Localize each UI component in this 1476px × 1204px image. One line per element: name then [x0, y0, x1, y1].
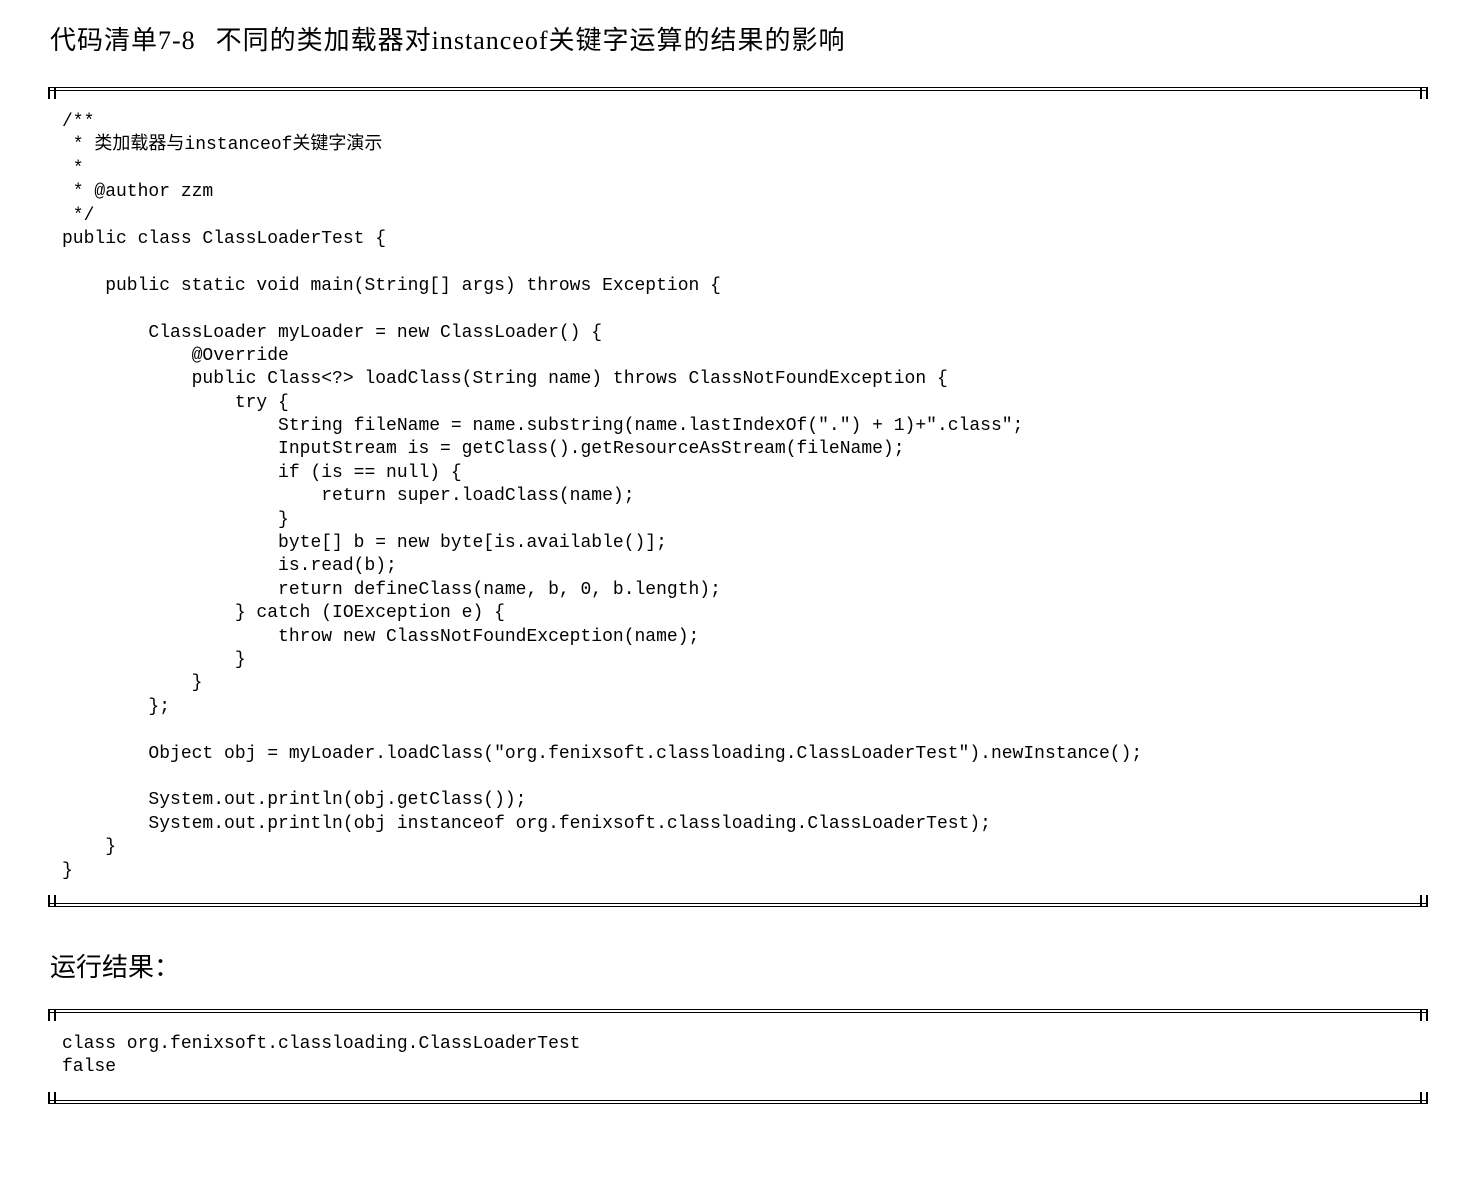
listing-title: 代码清单7-8 不同的类加载器对instanceof关键字运算的结果的影响	[50, 20, 1426, 57]
output-heading: 运行结果：	[50, 947, 1426, 984]
listing-caption: 不同的类加载器对instanceof关键字运算的结果的影响	[216, 26, 846, 55]
code-listing-frame: /** * 类加载器与instanceof关键字演示 * * @author z…	[50, 87, 1426, 907]
code-block-output: class org.fenixsoft.classloading.ClassLo…	[50, 1025, 1426, 1088]
code-block-main: /** * 类加载器与instanceof关键字演示 * * @author z…	[50, 103, 1426, 891]
output-frame: class org.fenixsoft.classloading.ClassLo…	[50, 1009, 1426, 1104]
listing-number: 代码清单7-8	[50, 26, 196, 55]
page-container: 代码清单7-8 不同的类加载器对instanceof关键字运算的结果的影响 /**…	[0, 0, 1476, 1184]
